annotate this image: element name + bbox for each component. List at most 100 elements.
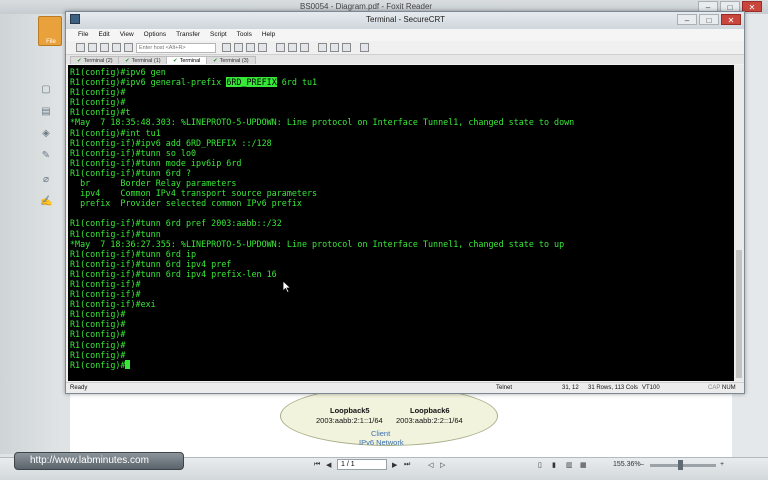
menu-script[interactable]: Script	[210, 29, 227, 41]
layers-icon[interactable]: ◈	[40, 128, 52, 140]
status-caps: CAP	[708, 385, 721, 391]
terminal-scrollbar-thumb[interactable]	[736, 250, 742, 378]
continuous-facing-icon[interactable]: ▦	[580, 461, 587, 469]
terminal-line: R1(config-if)#exi	[70, 299, 156, 310]
quick-connect-icon[interactable]	[88, 43, 97, 52]
terminal-line: br Border Relay parameters	[70, 178, 237, 189]
terminal-line: R1(config)#	[70, 97, 126, 108]
terminal-line: R1(config)#	[70, 329, 126, 340]
terminal-line: R1(config-if)#	[70, 289, 141, 300]
foxit-file-tab[interactable]: File	[38, 16, 62, 46]
crt-maximize-button[interactable]: □	[699, 14, 719, 25]
tab-label: Terminal (1)	[131, 58, 161, 64]
file-tab-label: File	[46, 39, 56, 45]
pages-icon[interactable]: ▤	[40, 106, 52, 118]
zoom-slider-thumb[interactable]	[678, 460, 683, 470]
tab-terminal-2[interactable]: ✔ Terminal (2)	[70, 56, 120, 64]
terminal-screen[interactable]: R1(config)#ipv6 gen R1(config)#ipv6 gene…	[68, 65, 734, 381]
securecrt-window-title: Terminal - SecureCRT	[366, 15, 445, 24]
terminal-output: R1(config)#ipv6 gen R1(config)#ipv6 gene…	[70, 67, 574, 370]
menu-help[interactable]: Help	[262, 29, 275, 41]
zoom-slider-track[interactable]	[650, 464, 716, 467]
terminal-line: R1(config-if)#tunn mode ipv6ip 6rd	[70, 157, 242, 168]
terminal-line: *May 7 18:35:48.303: %LINEPROTO-5-UPDOWN…	[70, 117, 575, 128]
tab-label: Terminal (3)	[219, 58, 249, 64]
crt-close-button[interactable]: ✕	[721, 14, 741, 25]
menu-file[interactable]: File	[78, 29, 88, 41]
tab-terminal[interactable]: ✔ Terminal	[166, 56, 208, 64]
terminal-line: R1(config)#	[70, 309, 126, 320]
tab-label: Terminal	[179, 58, 201, 64]
foxit-sidebar	[0, 14, 60, 454]
watermark-url: http://www.labminutes.com	[30, 455, 149, 466]
last-page-icon[interactable]: ⏭	[404, 461, 410, 469]
facing-page-icon[interactable]: ▥	[566, 461, 573, 469]
terminal-line: R1(config)#	[70, 319, 126, 330]
options-icon[interactable]	[342, 43, 351, 52]
reconnect-icon[interactable]	[112, 43, 121, 52]
single-page-icon[interactable]: ▯	[538, 461, 542, 469]
page-number-input[interactable]: 1 / 1	[337, 459, 387, 470]
continuous-page-icon[interactable]: ▮	[552, 461, 556, 469]
page-thumbnail-icon[interactable]: ▢	[40, 84, 52, 96]
copy-icon[interactable]	[222, 43, 231, 52]
securecrt-window-controls: – □ ✕	[677, 14, 741, 25]
terminal-line: R1(config)#ipv6 gen	[70, 67, 166, 77]
find-icon[interactable]	[246, 43, 255, 52]
prev-page-icon[interactable]: ◀	[326, 461, 331, 469]
securecrt-app-icon	[70, 14, 80, 24]
status-ready: Ready	[70, 385, 88, 391]
foxit-window-title: BS0054 - Diagram.pdf - Foxit Reader	[300, 2, 433, 11]
status-cursor-position: 31, 12	[562, 385, 579, 391]
securecrt-menubar: File Edit View Options Transfer Script T…	[66, 29, 744, 41]
terminal-line: R1(config-if)#tunn	[70, 228, 161, 239]
zoom-level: 155.36%	[613, 461, 641, 468]
securecrt-window: Terminal - SecureCRT – □ ✕ File Edit Vie…	[65, 11, 745, 394]
tab-terminal-3[interactable]: ✔ Terminal (3)	[206, 56, 256, 64]
terminal-line: R1(config)#int tu1	[70, 127, 161, 138]
zoom-in-icon[interactable]: +	[720, 461, 724, 468]
paste-icon[interactable]	[234, 43, 243, 52]
sftp-icon[interactable]	[300, 43, 309, 52]
terminal-line: R1(config-if)#tunn so lo0	[70, 147, 197, 158]
menu-tools[interactable]: Tools	[237, 29, 252, 41]
loopback5-label: Loopback5	[330, 406, 370, 415]
ipv6-network-label: IPv6 Network	[359, 438, 404, 447]
loopback6-address: 2003:aabb:2:2::1/64	[396, 416, 463, 425]
connect-icon[interactable]	[76, 43, 85, 52]
first-page-icon[interactable]: ⏮	[314, 461, 320, 469]
help-icon[interactable]	[360, 43, 369, 52]
client-label: Client	[371, 429, 391, 438]
forward-view-icon[interactable]: ▷	[440, 461, 445, 469]
status-emulation: VT100	[642, 385, 660, 391]
settings-icon[interactable]	[276, 43, 285, 52]
comments-icon[interactable]: ✎	[40, 150, 52, 162]
terminal-line: 6rd tu1	[276, 77, 318, 88]
close-button[interactable]: ✕	[742, 1, 762, 12]
terminal-line: R1(config)#	[70, 87, 126, 98]
zoom-out-icon[interactable]: –	[640, 461, 644, 468]
menu-transfer[interactable]: Transfer	[176, 29, 200, 41]
session-tab-bar: ✔ Terminal (2) ✔ Terminal (1) ✔ Terminal ✔ T…	[66, 55, 744, 64]
terminal-line: R1(config)#	[70, 339, 126, 350]
menu-options[interactable]: Options	[144, 29, 166, 41]
print-icon[interactable]	[258, 43, 267, 52]
menu-edit[interactable]: Edit	[98, 29, 109, 41]
signature-icon[interactable]: ✍	[40, 196, 52, 208]
host-input[interactable]	[136, 43, 216, 53]
attachment-icon[interactable]: ⌀	[40, 174, 52, 186]
back-view-icon[interactable]: ◁	[428, 461, 433, 469]
tab-terminal-1[interactable]: ✔ Terminal (1)	[118, 56, 168, 64]
menu-view[interactable]: View	[120, 29, 134, 41]
crt-minimize-button[interactable]: –	[677, 14, 697, 25]
terminal-line: R1(config-if)#tunn 6rd ipv4 pref	[70, 258, 232, 269]
terminal-line: prefix Provider selected common IPv6 pre…	[70, 198, 302, 209]
securecrt-titlebar: Terminal - SecureCRT – □ ✕	[66, 12, 744, 29]
global-options-icon[interactable]	[288, 43, 297, 52]
connect-tab-icon[interactable]	[100, 43, 109, 52]
map-keys-icon[interactable]	[330, 43, 339, 52]
status-protocol: Telnet	[496, 385, 513, 391]
next-page-icon[interactable]: ▶	[392, 461, 397, 469]
keymap-icon[interactable]	[318, 43, 327, 52]
disconnect-icon[interactable]	[124, 43, 133, 52]
